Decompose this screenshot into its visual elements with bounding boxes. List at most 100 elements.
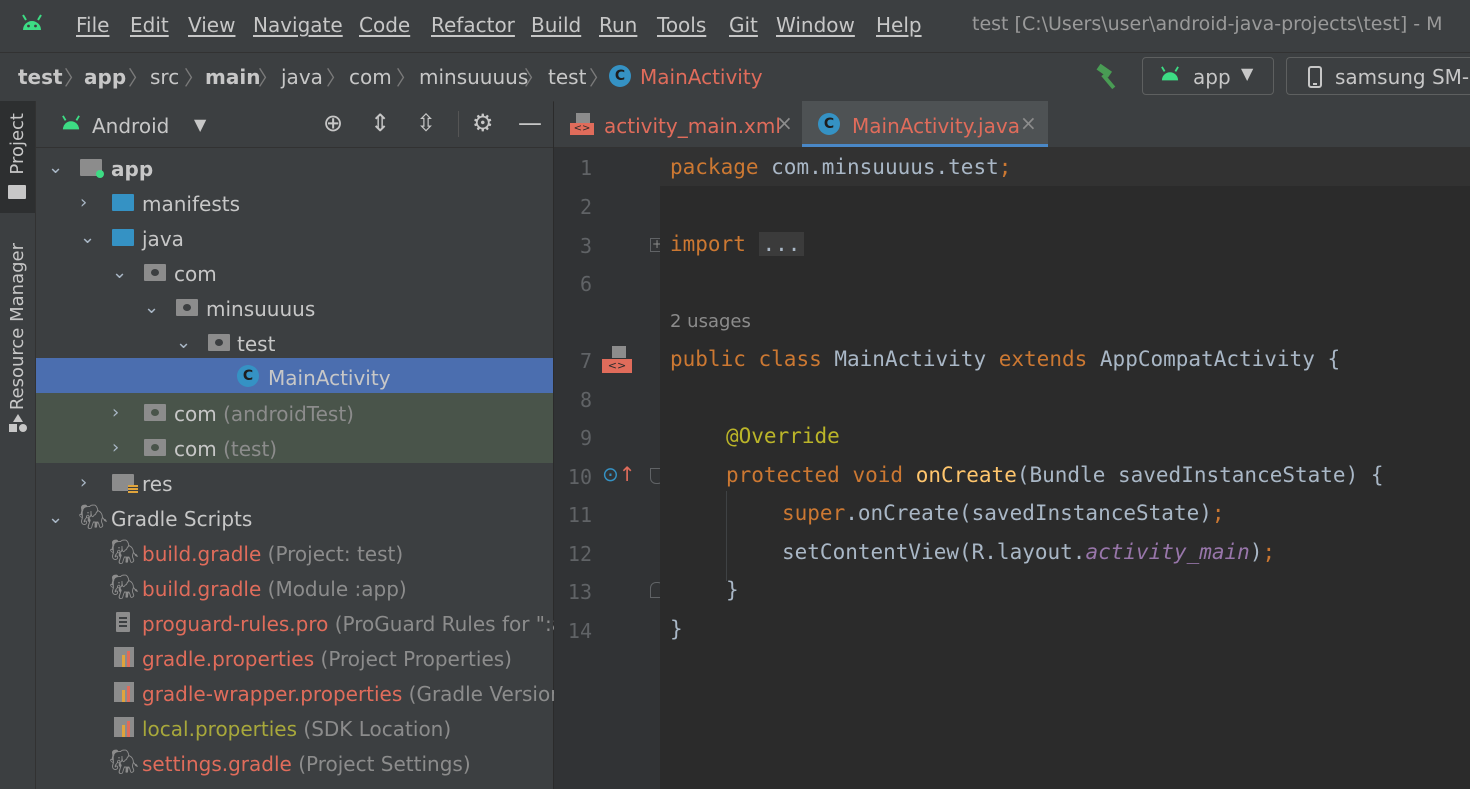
package-icon xyxy=(144,439,166,456)
android-icon xyxy=(62,115,80,130)
chevron-right-icon: › xyxy=(112,402,120,423)
usages-hint[interactable]: 2 usages xyxy=(670,311,751,332)
tree-label: res xyxy=(142,472,173,496)
code-editor[interactable]: package com.minsuuuus.test; import ... 2… xyxy=(660,148,1470,789)
java-class-icon: C xyxy=(818,113,840,135)
tree-label: MainActivity xyxy=(268,366,391,390)
editor-tab-bar: <> activity_main.xml × C MainActivity.ja… xyxy=(554,101,1470,148)
chevron-right-icon: 〉 xyxy=(258,66,278,90)
chevron-right-icon: 〉 xyxy=(64,66,84,90)
tree-hint: (Project: test) xyxy=(261,542,404,566)
code-line-9: @Override xyxy=(726,424,840,448)
chevron-right-icon: › xyxy=(80,472,88,493)
tree-item-app[interactable]: ⌄ app xyxy=(36,151,553,186)
folder-icon xyxy=(112,194,134,211)
tree-item-gradle-properties[interactable]: gradle.properties (Project Properties) xyxy=(36,641,553,676)
tab-label: MainActivity.java xyxy=(852,114,1020,138)
tree-label: com xyxy=(174,437,217,461)
chevron-down-icon: ⌄ xyxy=(80,227,96,248)
menu-code[interactable]: Code xyxy=(359,13,410,37)
line-number: 7 xyxy=(579,349,592,373)
hide-panel-icon[interactable]: — xyxy=(518,109,542,137)
tab-activity-main-xml[interactable]: <> activity_main.xml × xyxy=(554,101,802,147)
breadcrumb-com[interactable]: com xyxy=(349,65,392,89)
properties-file-icon xyxy=(114,647,134,667)
tree-item-java[interactable]: ⌄ java xyxy=(36,221,553,256)
menu-file[interactable]: File xyxy=(76,13,109,37)
chevron-down-icon: ⌄ xyxy=(144,297,160,318)
tree-label: Gradle Scripts xyxy=(111,507,253,531)
tree-item-manifests[interactable]: › manifests xyxy=(36,186,553,221)
override-method-icon[interactable]: ⊙↑ xyxy=(602,462,636,486)
tree-item-build-gradle-project[interactable]: 🐘︎ build.gradle (Project: test) xyxy=(36,536,553,571)
tree-item-mainactivity[interactable]: C MainActivity xyxy=(36,358,553,393)
tree-item-settings-gradle[interactable]: 🐘︎ settings.gradle (Project Settings) xyxy=(36,746,553,781)
resource-manager-tab[interactable]: Resource Manager xyxy=(7,243,28,410)
tree-item-build-gradle-module[interactable]: 🐘︎ build.gradle (Module :app) xyxy=(36,571,553,606)
tree-label: local.properties xyxy=(142,717,298,741)
chevron-down-icon: ⌄ xyxy=(48,157,64,178)
tree-hint: (Project Properties) xyxy=(314,647,512,671)
breadcrumb-mainactivity[interactable]: MainActivity xyxy=(640,65,763,89)
module-folder-icon xyxy=(80,159,104,178)
menu-view[interactable]: View xyxy=(188,13,235,37)
project-view-mode[interactable]: Android xyxy=(92,114,169,138)
menu-window[interactable]: Window xyxy=(776,13,855,37)
close-icon[interactable]: × xyxy=(776,111,793,135)
gradle-elephant-icon: 🐘︎ xyxy=(109,573,140,601)
code-line-11: super.onCreate(savedInstanceState); xyxy=(782,501,1225,525)
tree-item-res[interactable]: › res xyxy=(36,466,553,501)
properties-file-icon xyxy=(114,717,134,737)
resources-folder-icon xyxy=(112,474,138,494)
tree-item-local-properties[interactable]: local.properties (SDK Location) xyxy=(36,711,553,746)
breadcrumb-test-package[interactable]: test xyxy=(548,65,586,89)
chevron-down-icon[interactable]: ▼ xyxy=(194,115,206,134)
tree-label: proguard-rules.pro xyxy=(142,612,329,636)
close-icon[interactable]: × xyxy=(1020,111,1037,135)
menu-git[interactable]: Git xyxy=(729,13,758,37)
tree-item-test[interactable]: ⌄ test xyxy=(36,326,553,361)
gear-icon[interactable]: ⚙ xyxy=(472,109,494,137)
tree-item-com[interactable]: ⌄ com xyxy=(36,256,553,291)
tree-item-com-test[interactable]: › com (test) xyxy=(36,431,553,466)
tree-item-minsuuuus[interactable]: ⌄ minsuuuus xyxy=(36,291,553,326)
line-number: 11 xyxy=(567,503,592,527)
run-configuration-label: app xyxy=(1193,65,1231,89)
navigation-bar: test 〉 app 〉 src 〉 main 〉 java 〉 com 〉 m… xyxy=(0,52,1470,102)
project-tab-label: Project xyxy=(7,113,28,175)
tree-label: build.gradle xyxy=(142,577,262,601)
menu-edit[interactable]: Edit xyxy=(130,13,169,37)
run-configuration-dropdown[interactable]: app ▼ xyxy=(1142,57,1274,95)
menu-navigate[interactable]: Navigate xyxy=(253,13,343,37)
menu-build[interactable]: Build xyxy=(531,13,581,37)
collapse-all-icon[interactable]: ⇳ xyxy=(416,109,436,137)
tree-item-gradle-wrapper-properties[interactable]: gradle-wrapper.properties (Gradle Versio… xyxy=(36,676,571,711)
expand-all-icon[interactable]: ⇕ xyxy=(370,109,390,137)
device-dropdown[interactable]: samsung SM-G xyxy=(1286,57,1470,95)
menu-help[interactable]: Help xyxy=(876,13,922,37)
breadcrumb-src[interactable]: src xyxy=(150,65,179,89)
breadcrumb-minsuuuus[interactable]: minsuuuus xyxy=(419,65,528,89)
menu-run[interactable]: Run xyxy=(599,13,637,37)
locate-file-icon[interactable]: ⊕ xyxy=(323,109,343,137)
menu-tools[interactable]: Tools xyxy=(657,13,706,37)
line-number: 1 xyxy=(579,156,592,180)
breadcrumb-java[interactable]: java xyxy=(281,65,323,89)
tree-item-proguard-rules[interactable]: proguard-rules.pro (ProGuard Rules for "… xyxy=(36,606,577,641)
project-tool-tab[interactable]: Project xyxy=(0,101,35,213)
folded-imports[interactable]: ... xyxy=(758,232,805,256)
breadcrumb-test[interactable]: test xyxy=(18,65,63,89)
tree-item-gradle-scripts[interactable]: ⌄ 🐘︎ Gradle Scripts xyxy=(36,501,553,536)
tree-hint: (SDK Location) xyxy=(297,717,452,741)
hammer-build-icon[interactable] xyxy=(1094,63,1122,91)
breadcrumb-main[interactable]: main xyxy=(205,65,260,89)
code-line-12: setContentView(R.layout.activity_main); xyxy=(782,540,1276,564)
tree-hint: (Gradle Version) xyxy=(402,682,571,706)
tab-mainactivity-java[interactable]: C MainActivity.java × xyxy=(802,101,1048,147)
related-layout-icon[interactable]: <> xyxy=(602,346,632,374)
tree-item-com-androidtest[interactable]: › com (androidTest) xyxy=(36,396,553,431)
breadcrumb-app[interactable]: app xyxy=(84,65,126,89)
menu-refactor[interactable]: Refactor xyxy=(431,13,515,37)
chevron-right-icon: 〉 xyxy=(589,66,609,90)
chevron-right-icon: 〉 xyxy=(524,66,544,90)
